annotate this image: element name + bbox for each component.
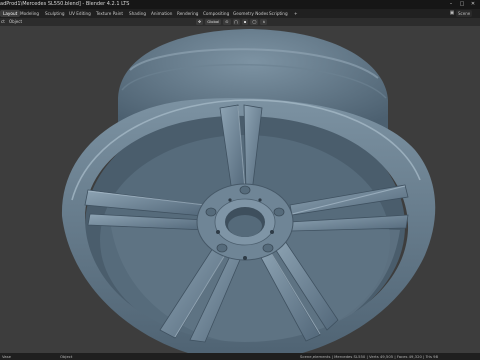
tab-uv-editing[interactable]: UV Editing [66,10,94,17]
status-left: Vase [2,354,11,359]
maximize-button[interactable]: □ [458,1,466,8]
object-menu[interactable]: Object [9,18,22,26]
tab-rendering[interactable]: Rendering [174,10,201,17]
add-workspace-button[interactable]: + [291,10,301,17]
title-bar: adProd1\Mercedes SL550.blend] - Blender … [0,0,480,9]
select-menu[interactable]: ct [1,18,5,26]
snap-target-icon[interactable]: ▪ [241,19,249,25]
tab-compositing[interactable]: Compositing [200,10,232,17]
circle-icon[interactable]: ◯ [250,19,259,25]
3d-viewport[interactable] [0,26,480,353]
tab-shading[interactable]: Shading [126,10,149,17]
scene-stats: Scene,elements | Mercedes SL550 | Verts … [300,354,439,359]
transform-orientation-dropdown[interactable]: Global [205,19,222,25]
tab-animation[interactable]: Animation [148,10,175,17]
minimize-button[interactable]: – [447,1,455,8]
close-button[interactable]: ✕ [469,1,477,8]
falloff-icon[interactable]: ∧ [260,19,268,25]
tab-modeling[interactable]: Modeling [17,10,42,17]
tab-scripting[interactable]: Scripting [266,10,291,17]
viewport-header: ct Object ✥ Global ⊙ ⋂ ▪ ◯ ∧ [0,18,480,26]
wheel-model [61,29,436,353]
tab-texture-paint[interactable]: Texture Paint [93,10,126,17]
status-mid: Object [60,354,73,359]
scene-icon[interactable]: ▣ [449,10,455,17]
magnet-icon[interactable]: ⋂ [232,19,240,25]
transform-tools: ✥ Global ⊙ ⋂ ▪ ◯ ∧ [196,19,268,25]
tab-sculpting[interactable]: Sculpting [42,10,68,17]
axis-icon[interactable]: ✥ [196,19,204,25]
pivot-icon[interactable]: ⊙ [223,19,231,25]
window-title: adProd1\Mercedes SL550.blend] - Blender … [0,1,130,7]
scene-selector[interactable]: Scene [456,10,473,17]
status-bar: Vase Object Scene,elements | Mercedes SL… [0,353,480,360]
workspace-tab-bar: Layout Modeling Sculpting UV Editing Tex… [0,9,480,18]
